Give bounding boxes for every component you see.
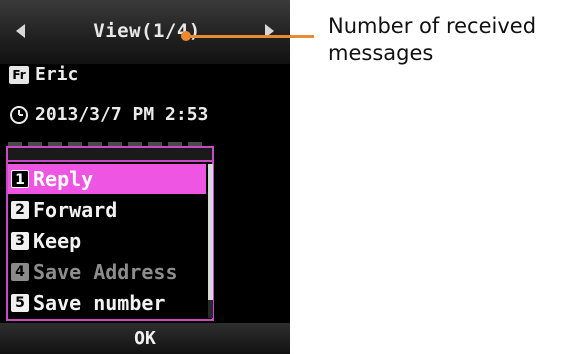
number-4-icon: 4	[11, 263, 29, 281]
options-menu: 1 Reply 2 Forward 3 Keep 4 Save Address …	[6, 146, 214, 321]
arrow-left-icon[interactable]	[16, 24, 25, 38]
number-3-icon: 3	[11, 232, 29, 250]
phone-screen: View(1/4) Fr Eric 2013/3/7 PM 2:53 1 Rep…	[0, 0, 290, 354]
menu-item-label: Keep	[33, 229, 82, 253]
ok-softkey[interactable]: OK	[0, 323, 290, 354]
menu-top-bar	[8, 148, 212, 162]
menu-item-label: Save Address	[33, 260, 178, 284]
number-1-icon: 1	[11, 170, 29, 188]
clock-icon	[10, 105, 28, 124]
menu-item-save-address: 4 Save Address	[8, 257, 206, 287]
menu-item-label: Forward	[33, 198, 118, 222]
callout-line-1: Number of received	[328, 14, 537, 38]
menu-scrollbar[interactable]	[208, 164, 213, 318]
callout-line-2: messages	[328, 41, 434, 65]
menu-item-forward[interactable]: 2 Forward	[8, 195, 206, 225]
timestamp-row: 2013/3/7 PM 2:53	[9, 104, 208, 125]
number-2-icon: 2	[11, 201, 29, 219]
sender-name: Eric	[35, 64, 79, 85]
scrollbar-thumb[interactable]	[208, 164, 213, 300]
menu-item-label: Reply	[33, 167, 94, 191]
from-badge: Fr	[9, 65, 29, 84]
number-5-icon: 5	[11, 294, 29, 312]
callout-label: Number of received messages	[328, 13, 568, 67]
header-bar: View(1/4)	[0, 0, 290, 64]
message-timestamp: 2013/3/7 PM 2:53	[35, 104, 209, 125]
menu-item-save-number[interactable]: 5 Save number	[8, 288, 206, 318]
sender-row: Fr Eric	[9, 64, 78, 85]
menu-item-reply[interactable]: 1 Reply	[8, 164, 206, 194]
callout-line	[184, 35, 314, 38]
menu-item-label: Save number	[33, 291, 166, 315]
menu-item-keep[interactable]: 3 Keep	[8, 226, 206, 256]
